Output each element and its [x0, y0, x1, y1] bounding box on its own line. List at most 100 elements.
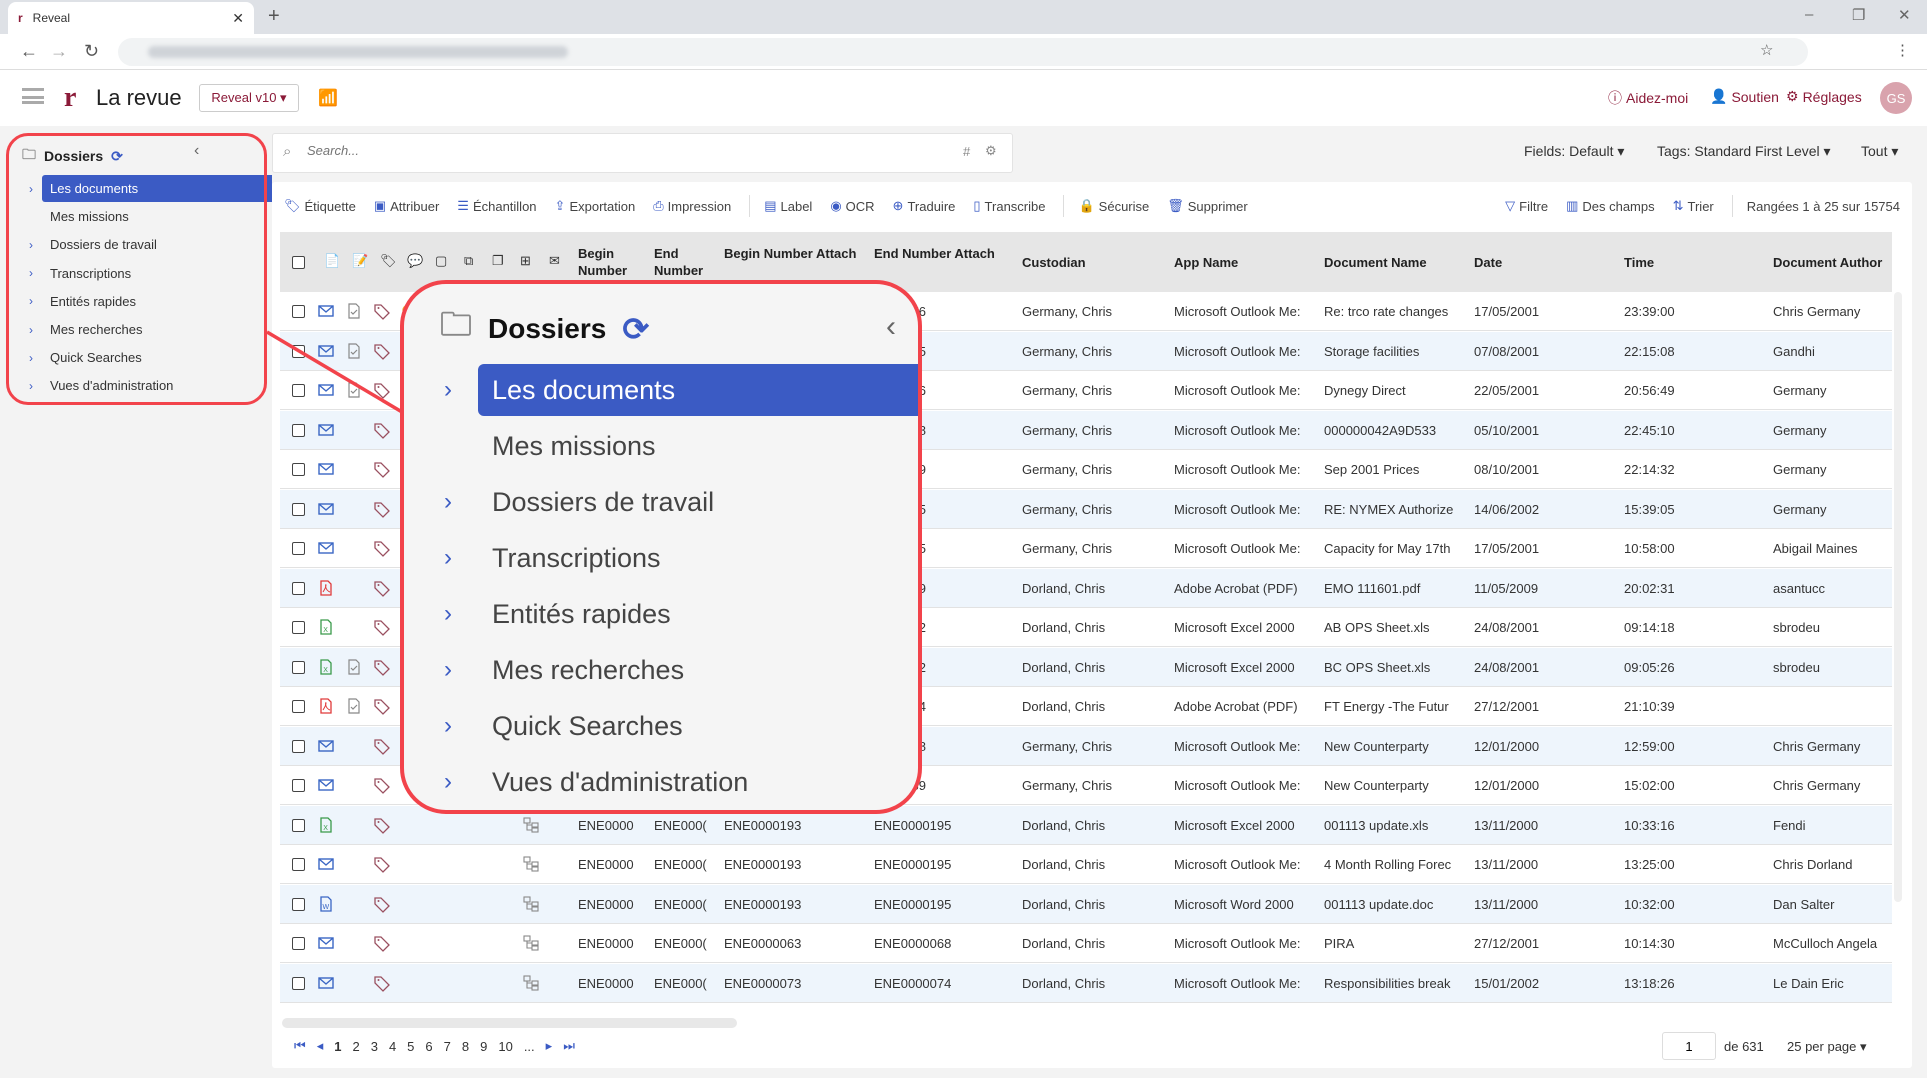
callout-item[interactable]: › Transcriptions: [444, 532, 918, 584]
toolbar-sample-button[interactable]: ☰ Échantillon: [457, 198, 536, 214]
page-3-button[interactable]: 3: [371, 1039, 378, 1054]
minimize-button[interactable]: –: [1805, 6, 1813, 23]
row-checkbox[interactable]: [292, 542, 305, 555]
sidebar-item[interactable]: › Dossiers de travail: [20, 231, 272, 258]
page-10-button[interactable]: 10: [498, 1039, 512, 1054]
prev-page-button[interactable]: ◂: [317, 1038, 324, 1054]
row-checkbox[interactable]: [292, 384, 305, 397]
new-tab-button[interactable]: +: [268, 5, 280, 28]
page-7-button[interactable]: 7: [444, 1039, 451, 1054]
column-header[interactable]: Document Name: [1324, 254, 1469, 271]
toolbar-trash-button[interactable]: 🗑 Supprimer: [1167, 198, 1247, 214]
select-all-checkbox[interactable]: [292, 256, 305, 269]
table-row[interactable]: ENE0000 ENE000(ENE0000063 ENE0000068 Dorlan…: [280, 924, 1892, 963]
row-checkbox[interactable]: [292, 581, 305, 595]
row-checkbox[interactable]: [292, 739, 305, 753]
column-header[interactable]: Begin Number: [578, 245, 650, 279]
column-header[interactable]: Time: [1624, 254, 1769, 271]
header-family-icon[interactable]: ⊞: [520, 253, 531, 269]
search-options-icon[interactable]: ⚙: [985, 143, 997, 159]
star-icon[interactable]: ☆: [1760, 41, 1773, 59]
header-duplicate-icon[interactable]: ⧉: [464, 253, 473, 269]
header-note-icon[interactable]: ▢: [435, 253, 447, 269]
avatar[interactable]: GS: [1880, 82, 1912, 114]
toolbar-label-button[interactable]: ▤ Label: [764, 198, 812, 214]
page-9-button[interactable]: 9: [480, 1039, 487, 1054]
page-6-button[interactable]: 6: [425, 1039, 432, 1054]
row-checkbox[interactable]: [292, 621, 305, 634]
horizontal-scrollbar[interactable]: [282, 1018, 737, 1028]
callout-item[interactable]: › Entités rapides: [444, 588, 918, 640]
header-copy-icon[interactable]: ❐: [492, 253, 504, 269]
url-field[interactable]: [118, 38, 1808, 66]
table-row[interactable]: ENE0000 ENE000(ENE0000193 ENE0000195 Dorlan…: [280, 845, 1892, 884]
search-input[interactable]: [307, 143, 907, 158]
callout-item[interactable]: › Quick Searches: [444, 700, 918, 752]
header-reviewed-icon[interactable]: 📝: [352, 253, 368, 269]
page-8-button[interactable]: 8: [462, 1039, 469, 1054]
row-checkbox[interactable]: [292, 976, 305, 990]
row-checkbox[interactable]: [292, 897, 305, 911]
scope-dropdown[interactable]: Tout ▾: [1861, 143, 1898, 160]
toolbar-print-button[interactable]: ⎙ Impression: [653, 198, 731, 214]
page-4-button[interactable]: 4: [389, 1039, 396, 1054]
analytics-icon[interactable]: 📶: [318, 88, 338, 108]
callout-item[interactable]: › Dossiers de travail: [444, 476, 918, 528]
sidebar-item[interactable]: › Les documents: [20, 175, 272, 202]
toolbar-columns-button[interactable]: ▥ Des champs: [1566, 198, 1655, 214]
reload-icon[interactable]: ↻: [84, 41, 99, 62]
row-checkbox[interactable]: [292, 858, 305, 871]
close-window-button[interactable]: ✕: [1898, 6, 1911, 24]
row-checkbox[interactable]: [292, 463, 305, 476]
column-header[interactable]: Begin Number Attach: [724, 245, 869, 262]
column-header[interactable]: Document Author: [1773, 254, 1891, 271]
toolbar-transcribe-button[interactable]: ▯ Transcribe: [973, 198, 1045, 214]
column-header[interactable]: App Name: [1174, 254, 1319, 271]
back-icon[interactable]: ←: [20, 41, 38, 62]
header-tag-icon[interactable]: 🏷: [380, 253, 397, 269]
row-checkbox[interactable]: [292, 305, 305, 318]
sidebar-item[interactable]: Mes missions: [20, 203, 272, 230]
callout-item[interactable]: Mes missions: [444, 420, 918, 472]
page-number-input[interactable]: [1662, 1032, 1716, 1060]
table-row[interactable]: ENE0000 ENE000(ENE0000075 ENE0000075 Dorlan…: [280, 1003, 1892, 1010]
collapse-sidebar-icon[interactable]: ‹: [194, 142, 199, 160]
toolbar-globe-button[interactable]: ⊕ Traduire: [893, 198, 956, 214]
toolbar-eye-button[interactable]: ◉ OCR: [830, 198, 874, 214]
tags-dropdown[interactable]: Tags: Standard First Level ▾: [1657, 143, 1831, 160]
sidebar-item[interactable]: › Quick Searches: [20, 344, 272, 371]
header-document-icon[interactable]: 📄: [324, 253, 340, 269]
column-header[interactable]: End Number: [654, 245, 720, 279]
row-checkbox[interactable]: [292, 423, 305, 437]
column-header[interactable]: Date: [1474, 254, 1619, 271]
toolbar-sort-button[interactable]: ⇅ Trier: [1673, 198, 1714, 214]
hash-icon[interactable]: #: [963, 144, 970, 159]
row-checkbox[interactable]: [292, 660, 305, 674]
next-page-button[interactable]: ▸: [546, 1038, 553, 1054]
toolbar-lock-button[interactable]: 🔒 Sécurise: [1078, 198, 1149, 214]
row-checkbox[interactable]: [292, 818, 305, 832]
refresh-icon[interactable]: ⟳: [111, 148, 123, 165]
help-link[interactable]: ⓘ Aidez-moi: [1608, 88, 1688, 108]
header-comment-icon[interactable]: 💬: [407, 253, 423, 269]
vertical-scrollbar[interactable]: [1894, 292, 1902, 902]
header-email-thread-icon[interactable]: ✉: [549, 253, 560, 269]
column-header[interactable]: End Number Attach: [874, 245, 1019, 262]
hamburger-menu-icon[interactable]: [22, 88, 44, 104]
toolbar-assign-button[interactable]: ▣ Attribuer: [374, 198, 439, 214]
row-checkbox[interactable]: [292, 779, 305, 792]
first-page-button[interactable]: ⏮: [294, 1038, 306, 1054]
row-checkbox[interactable]: [292, 937, 305, 950]
row-checkbox[interactable]: [292, 344, 305, 358]
close-tab-icon[interactable]: ✕: [232, 10, 244, 27]
sidebar-item[interactable]: › Mes recherches: [20, 316, 272, 343]
row-checkbox[interactable]: [292, 700, 305, 713]
row-checkbox[interactable]: [292, 502, 305, 516]
column-header[interactable]: Custodian: [1022, 254, 1167, 271]
settings-link[interactable]: ⚙ Réglages: [1786, 88, 1862, 105]
page-1-button[interactable]: 1: [334, 1039, 341, 1054]
forward-icon[interactable]: →: [50, 41, 68, 62]
callout-item[interactable]: › Vues d'administration: [444, 756, 918, 808]
fields-dropdown[interactable]: Fields: Default ▾: [1524, 143, 1624, 160]
support-link[interactable]: 👤 Soutien: [1710, 88, 1779, 105]
